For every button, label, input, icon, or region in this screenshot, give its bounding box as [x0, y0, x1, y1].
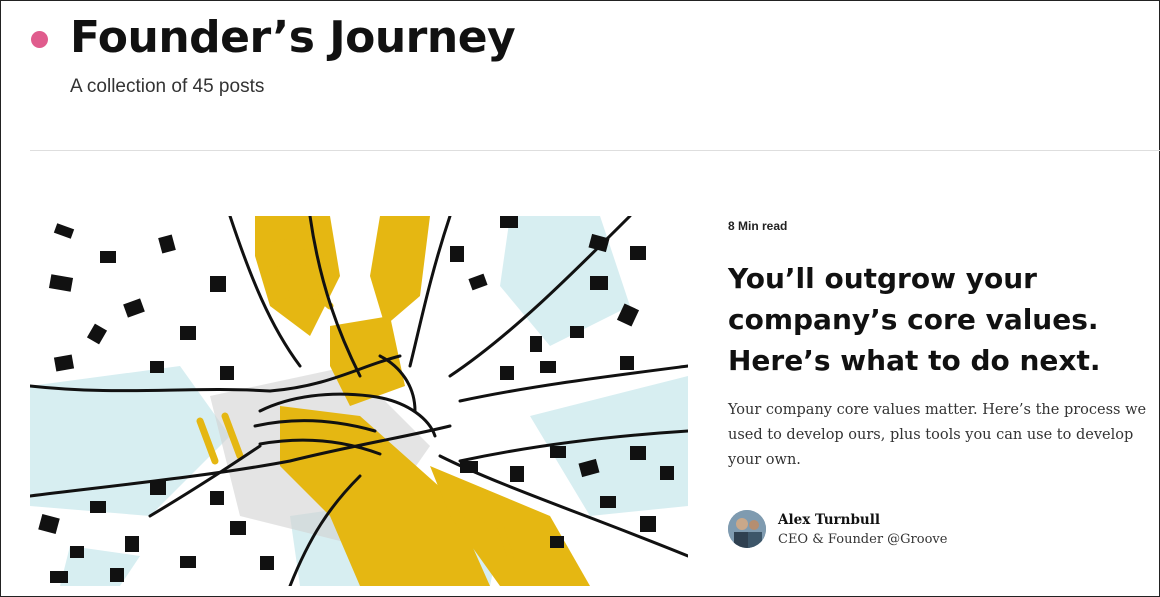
author-byline[interactable]: Alex Turnbull CEO & Founder @Groove	[728, 510, 947, 548]
author-avatar-icon	[728, 510, 766, 548]
post-excerpt: Your company core values matter. Here’s …	[728, 402, 1147, 468]
stacked-hands-illustration	[30, 216, 688, 586]
collection-subtitle: A collection of 45 posts	[70, 76, 265, 97]
read-time: 8 Min read	[728, 219, 788, 233]
collection-title: Founder’s Journey	[70, 12, 516, 63]
post-title[interactable]: You’ll outgrow your company’s core value…	[728, 258, 1128, 381]
collection-dot-icon	[31, 31, 48, 48]
header-divider	[30, 150, 1160, 151]
author-name[interactable]: Alex Turnbull	[778, 512, 947, 528]
author-avatar[interactable]	[728, 510, 766, 548]
author-role: CEO & Founder @Groove	[778, 531, 948, 547]
featured-post-image[interactable]	[30, 216, 688, 586]
